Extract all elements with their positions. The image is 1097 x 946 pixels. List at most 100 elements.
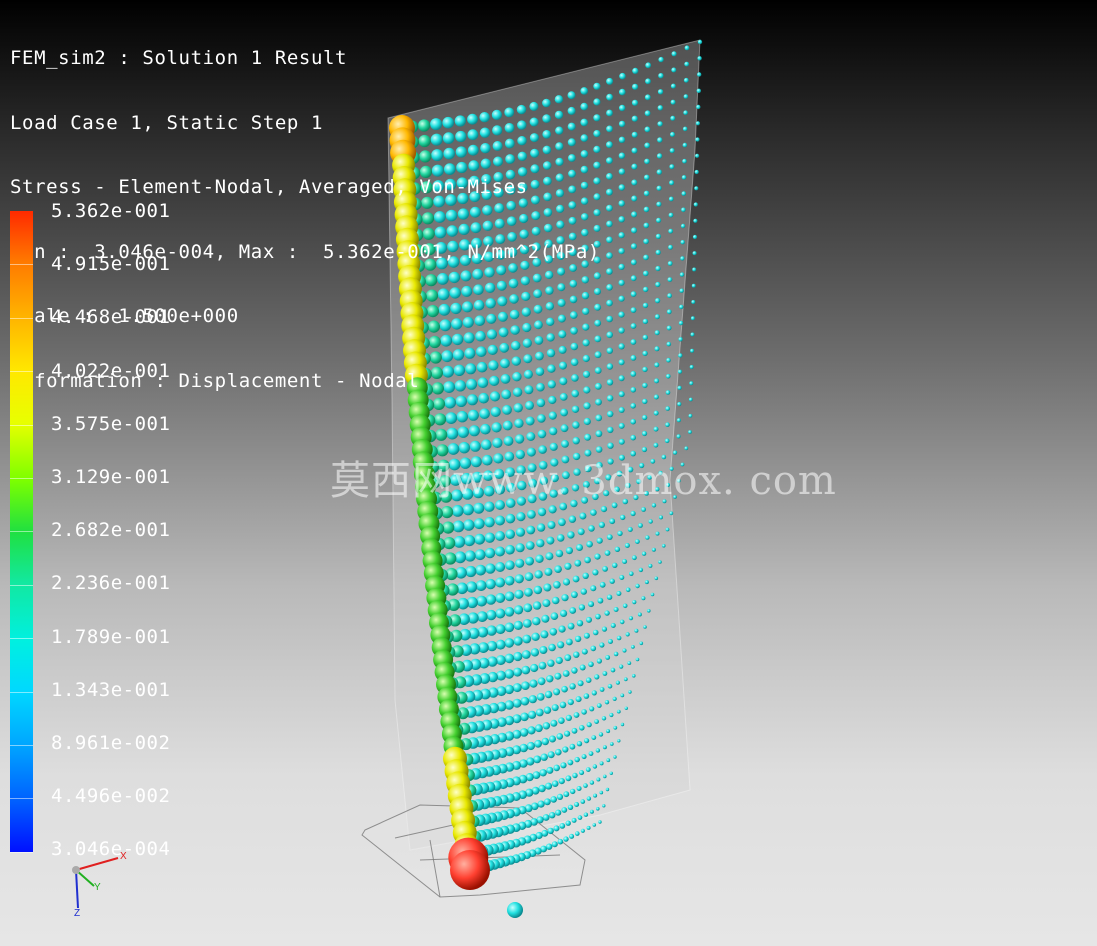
mesh-node — [514, 605, 524, 615]
mesh-node — [625, 632, 630, 637]
mesh-node — [574, 635, 582, 643]
mesh-node — [666, 309, 672, 315]
mesh-node — [620, 514, 626, 521]
mesh-node — [525, 541, 535, 550]
triad-y-label: Y — [94, 882, 101, 893]
mesh-node — [556, 733, 564, 740]
mesh-node — [534, 570, 543, 579]
mesh-node — [576, 544, 583, 551]
mesh-node — [606, 252, 613, 259]
legend-tick — [10, 851, 33, 853]
mesh-node — [642, 414, 648, 421]
mesh-node — [556, 793, 564, 801]
mesh-node — [629, 571, 634, 576]
mesh-node — [606, 188, 613, 196]
mesh-node — [530, 663, 539, 673]
mesh-node — [641, 596, 646, 601]
mesh-node — [668, 244, 673, 250]
mesh-node — [694, 186, 699, 191]
mesh-node — [495, 515, 505, 526]
mesh-node — [665, 527, 670, 532]
mesh-node — [451, 505, 464, 517]
mesh-node — [581, 709, 587, 715]
mesh-node — [607, 683, 613, 689]
mesh-node — [581, 648, 588, 655]
mesh-node — [631, 227, 637, 234]
mesh-node — [666, 374, 671, 379]
mesh-node — [658, 56, 664, 63]
mesh-node — [655, 249, 661, 255]
mesh-node — [644, 110, 651, 117]
mesh-node — [580, 588, 587, 595]
mesh-node — [606, 729, 611, 734]
mesh-node — [643, 254, 649, 261]
mesh-node — [553, 825, 560, 832]
mesh-node — [606, 758, 611, 763]
mesh-node — [606, 594, 613, 600]
mesh-node — [630, 371, 637, 377]
mesh-node — [631, 147, 638, 154]
mesh-node — [697, 56, 702, 61]
mesh-node — [664, 438, 670, 444]
watermark: 莫西网www. 3dmox. com — [330, 458, 837, 504]
mesh-node — [688, 413, 693, 418]
mesh-node — [606, 220, 613, 228]
mesh-node — [679, 272, 685, 277]
mesh-node — [606, 173, 613, 180]
mesh-node — [616, 591, 622, 596]
legend-tick — [10, 478, 33, 479]
mesh-node — [665, 422, 670, 428]
mesh-node — [692, 234, 698, 240]
mesh-node — [647, 609, 651, 613]
mesh-node — [495, 639, 506, 650]
mesh-node — [586, 825, 591, 830]
mesh-node — [609, 771, 613, 775]
mesh-node — [627, 527, 633, 532]
mesh-node — [559, 701, 567, 709]
mesh-node — [683, 110, 688, 115]
mesh-node — [630, 307, 637, 313]
mesh-node — [620, 722, 625, 727]
mesh-node — [590, 645, 597, 652]
mesh-node — [618, 407, 625, 413]
mesh-node — [495, 562, 506, 572]
mesh-node — [535, 724, 543, 733]
mesh-node — [586, 616, 592, 623]
mesh-node — [606, 379, 614, 386]
mesh-node — [645, 535, 650, 540]
mesh-node — [681, 191, 687, 196]
mesh-node — [692, 251, 697, 256]
mesh-node — [606, 157, 613, 165]
legend-tick — [10, 264, 33, 266]
mesh-node — [667, 293, 672, 299]
mesh-node — [596, 703, 602, 708]
mesh-node — [669, 164, 675, 170]
mesh-node — [474, 549, 486, 561]
mesh-node — [572, 575, 580, 583]
mesh-node — [504, 653, 515, 664]
mesh-node — [653, 410, 659, 416]
mesh-node — [669, 148, 675, 154]
mesh-node — [547, 751, 555, 759]
mesh-node — [491, 422, 502, 433]
mesh-node — [657, 89, 664, 95]
mesh-node — [553, 688, 561, 696]
mesh-node — [473, 518, 485, 530]
mesh-node — [650, 592, 655, 597]
mesh-node — [671, 51, 677, 57]
mesh-node — [590, 509, 597, 516]
mesh-node — [484, 517, 495, 528]
mesh-node — [505, 560, 515, 570]
mesh-node — [619, 104, 626, 112]
mesh-node — [606, 236, 613, 244]
mesh-node — [495, 608, 506, 619]
mesh-node — [696, 104, 701, 110]
mesh-node — [616, 709, 621, 714]
mesh-node — [564, 730, 571, 737]
mesh-node — [505, 529, 515, 539]
mesh-node — [596, 537, 603, 544]
mesh-node — [690, 332, 695, 337]
mesh-node — [588, 601, 595, 608]
mesh-node — [641, 507, 646, 512]
mesh-node — [567, 622, 575, 630]
